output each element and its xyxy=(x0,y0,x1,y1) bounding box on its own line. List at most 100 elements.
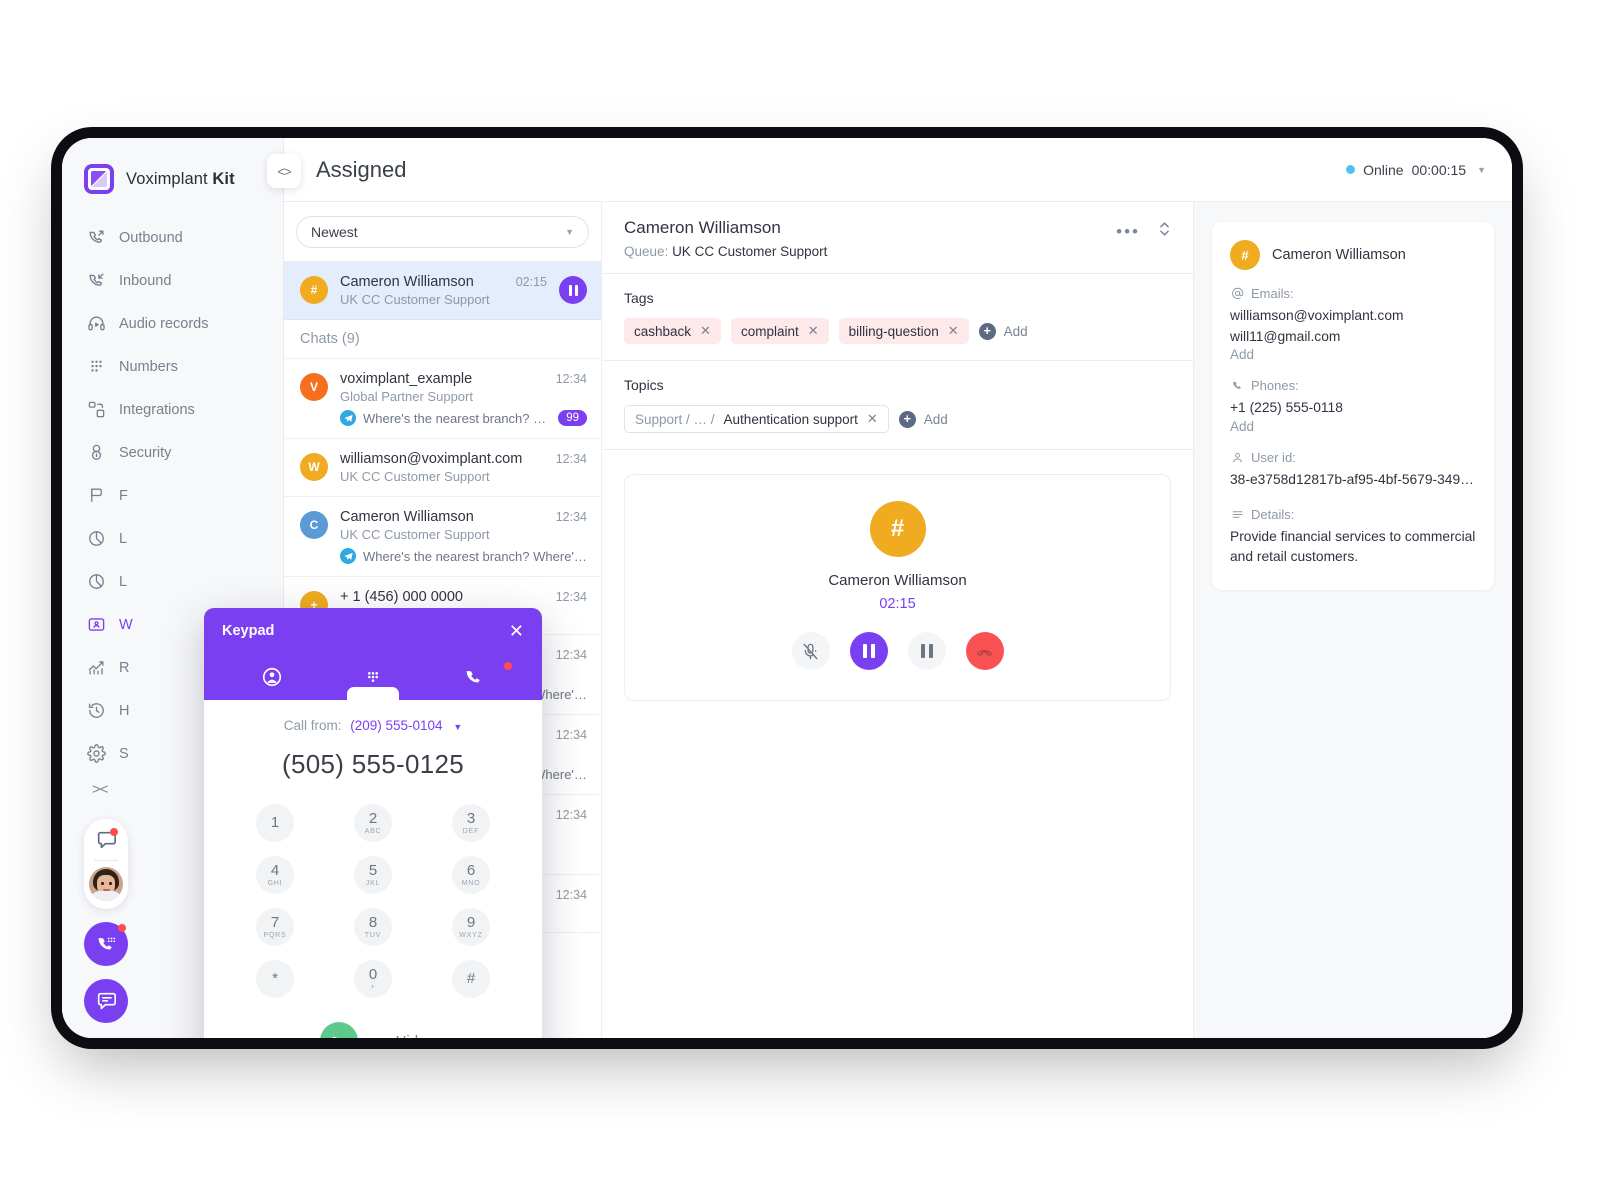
key-letters: PQRS xyxy=(263,932,287,939)
sidebar-item-inbound[interactable]: Inbound xyxy=(62,259,283,302)
close-icon[interactable]: ✕ xyxy=(867,411,878,427)
key-3[interactable]: 3 DEF xyxy=(452,804,490,842)
tab-calls[interactable] xyxy=(423,654,524,700)
key-letters: MNO xyxy=(461,880,481,887)
close-icon[interactable]: ✕ xyxy=(808,323,819,339)
add-tag-button[interactable]: + Add xyxy=(978,322,1028,340)
list-item-name: + 1 (456) 000 0000 xyxy=(340,589,463,605)
more-options-icon[interactable]: ••• xyxy=(1116,223,1140,240)
phone-incoming-icon xyxy=(86,271,106,291)
phone-icon xyxy=(1230,379,1244,393)
chevron-down-icon[interactable]: ▼ xyxy=(453,722,462,732)
key-digit: 6 xyxy=(466,862,476,879)
rail-divider xyxy=(94,860,118,861)
tag-chip[interactable]: billing-question ✕ xyxy=(838,318,969,344)
user-avatar[interactable] xyxy=(89,867,123,901)
collapse-sidebar-button[interactable]: >< xyxy=(84,775,109,806)
key-5[interactable]: 5 JKL xyxy=(354,856,392,894)
pie-chart-icon xyxy=(86,529,106,549)
queue-value: UK CC Customer Support xyxy=(672,244,828,259)
list-item-preview-row: Where's the nearest branch? Where's t… xyxy=(340,548,587,564)
add-topic-button[interactable]: + Add xyxy=(898,410,948,428)
contact-card: # Cameron Williamson Emails: williamson@… xyxy=(1212,222,1494,591)
hide-keypad-button[interactable]: Hide xyxy=(396,1033,427,1039)
flag-icon xyxy=(86,486,106,506)
call-contact-name: Cameron Williamson xyxy=(828,572,967,589)
topics-label: Topics xyxy=(624,377,664,393)
key-2[interactable]: 2 ABC xyxy=(354,804,392,842)
close-icon[interactable]: ✕ xyxy=(948,323,959,339)
call-from-row[interactable]: Call from: (209) 555-0104 ▼ xyxy=(226,718,520,733)
list-item[interactable]: W williamson@voximplant.com 12:34 UK CC C… xyxy=(284,439,601,497)
key-0[interactable]: 0 + xyxy=(354,960,392,998)
sidebar-item-audio-records[interactable]: Audio records xyxy=(62,302,283,345)
tag-text: complaint xyxy=(740,323,799,339)
sidebar-item-integrations[interactable]: Integrations xyxy=(62,388,283,431)
chevron-down-icon[interactable]: ▼ xyxy=(1477,165,1486,175)
add-email-button[interactable]: Add xyxy=(1230,347,1476,362)
messages-fab-button[interactable] xyxy=(84,979,128,1023)
list-item[interactable]: V voximplant_example 12:34 Global Partner… xyxy=(284,359,601,439)
brand-name-bold: Kit xyxy=(212,169,235,188)
key-8[interactable]: 8 TUV xyxy=(354,908,392,946)
key-9[interactable]: 9 WXYZ xyxy=(452,908,490,946)
sort-select[interactable]: Newest ▼ xyxy=(296,216,589,248)
sidebar-item-security[interactable]: Security xyxy=(62,431,283,474)
tag-chip[interactable]: complaint ✕ xyxy=(730,318,829,344)
call-button[interactable] xyxy=(319,1022,358,1038)
contact-phones-field: Phones: +1 (225) 555-0118 Add xyxy=(1230,378,1476,434)
expand-collapse-icon[interactable] xyxy=(1158,220,1171,243)
keypad-tabs xyxy=(222,654,524,700)
key-7[interactable]: 7 PQRS xyxy=(256,908,294,946)
contact-name: Cameron Williamson xyxy=(1272,247,1406,263)
list-item-time: 12:34 xyxy=(555,510,587,524)
list-item[interactable]: C Cameron Williamson 12:34 UK CC Customer… xyxy=(284,497,601,577)
dialpad-icon xyxy=(86,357,106,377)
phone-value: +1 (225) 555-0118 xyxy=(1230,400,1343,416)
topic-chip[interactable]: Support / … / Authentication support ✕ xyxy=(624,405,889,433)
close-icon[interactable]: ✕ xyxy=(700,323,711,339)
key-letters: DEF xyxy=(462,828,480,835)
conversation-header: Cameron Williamson Queue: UK CC Customer… xyxy=(602,202,1193,274)
keypad-grid: 1 2 ABC 3 DEF 4 GHI 5 JKL 6 MNO 7 PQRS 8 TUV 9W… xyxy=(226,804,520,998)
list-item-selected[interactable]: # Cameron Williamson 02:15 UK CC Custome… xyxy=(284,262,601,320)
list-item-top: Cameron Williamson 02:15 xyxy=(340,274,547,290)
mute-icon[interactable] xyxy=(791,632,830,670)
sidebar-item-outbound[interactable]: Outbound xyxy=(62,216,283,259)
add-topic-label: Add xyxy=(923,411,948,427)
key-6[interactable]: 6 MNO xyxy=(452,856,490,894)
sidebar-item-8[interactable]: L xyxy=(62,517,283,560)
hold-icon[interactable] xyxy=(907,632,946,670)
sidebar-item-numbers[interactable]: Numbers xyxy=(62,345,283,388)
dialed-number-display[interactable]: (505) 555-0125 xyxy=(226,749,520,780)
keypad-fab-button[interactable] xyxy=(84,922,128,966)
tab-contacts[interactable] xyxy=(222,654,323,700)
notification-dot xyxy=(504,662,513,670)
call-controls xyxy=(791,632,1004,670)
code-toggle-button[interactable]: <> xyxy=(267,154,301,188)
list-item-name: voximplant_example xyxy=(340,371,473,387)
hangup-icon[interactable] xyxy=(965,632,1004,670)
add-phone-button[interactable]: Add xyxy=(1230,419,1476,434)
tab-dialpad[interactable] xyxy=(323,654,424,700)
contact-details-field: Details: Provide financial services to c… xyxy=(1230,507,1476,568)
key-1[interactable]: 1 xyxy=(256,804,294,842)
key-4[interactable]: 4 GHI xyxy=(256,856,294,894)
page-title: Assigned xyxy=(316,156,407,182)
chat-bubble-icon[interactable] xyxy=(95,828,118,851)
key-hash[interactable]: # xyxy=(452,960,490,998)
tag-chip[interactable]: cashback ✕ xyxy=(624,318,721,344)
pause-call-button[interactable] xyxy=(559,276,587,304)
list-item-time: 12:34 xyxy=(555,728,587,742)
sidebar-item-7[interactable]: F xyxy=(62,474,283,517)
status-badge[interactable]: Online 00:00:15 ▼ xyxy=(1346,162,1512,178)
tag-text: billing-question xyxy=(848,323,939,339)
lock-icon xyxy=(86,443,106,463)
avatar: V xyxy=(300,373,328,401)
trending-up-icon xyxy=(86,658,106,678)
close-icon[interactable]: ✕ xyxy=(509,622,524,640)
pause-icon[interactable] xyxy=(849,632,888,670)
key-star[interactable]: * xyxy=(256,960,294,998)
sidebar-item-9[interactable]: L xyxy=(62,560,283,603)
list-item-queue: UK CC Customer Support xyxy=(340,469,490,484)
